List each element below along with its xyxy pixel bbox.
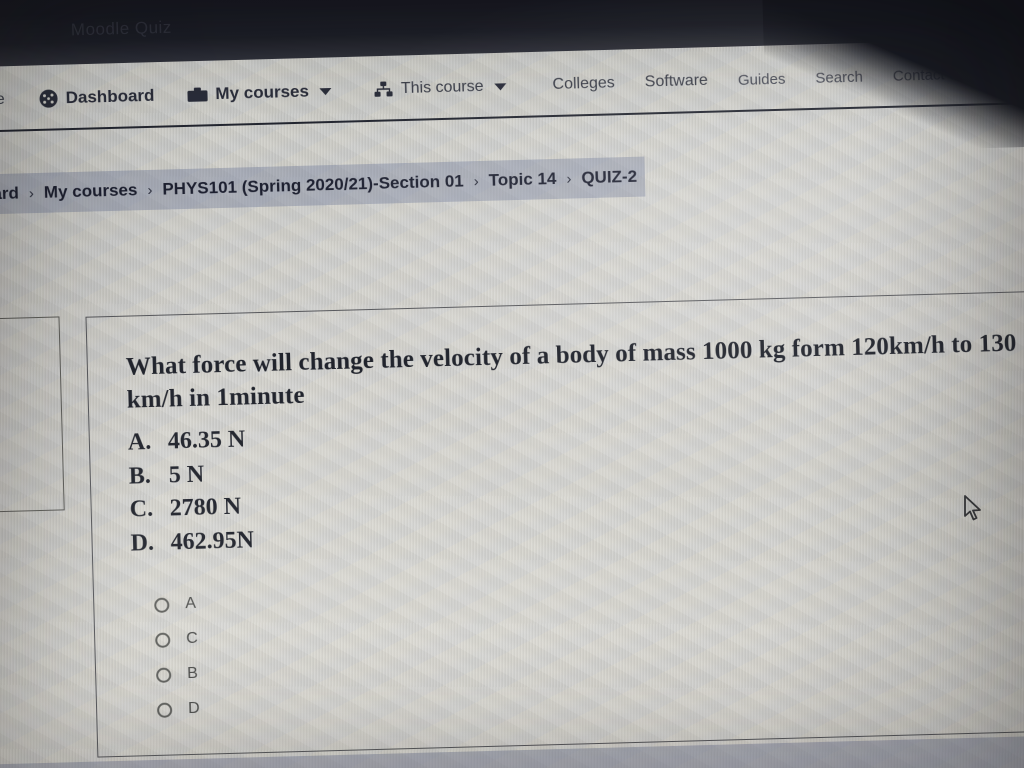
nav-item-colleges[interactable]: Colleges	[552, 74, 615, 94]
answer-option-a-label: A	[185, 595, 197, 613]
radio-button-icon[interactable]	[154, 597, 170, 613]
bezel-ghost-text: Moodle Quiz	[70, 17, 173, 40]
question-choices-list: A. 46.35 N B. 5 N C. 2780 N D. 462.95N	[127, 401, 1024, 561]
nav-item-dashboard-label: Dashboard	[65, 85, 155, 108]
breadcrumb-item-topic[interactable]: Topic 14	[488, 169, 556, 191]
briefcase-icon	[186, 85, 208, 104]
answer-option-c[interactable]: C	[155, 607, 1024, 650]
choice-key-d: D.	[130, 529, 155, 557]
chevron-down-icon	[319, 87, 333, 95]
choice-key-a: A.	[127, 428, 152, 456]
chevron-down-icon	[494, 82, 507, 91]
nav-item-home-label: ome	[0, 90, 5, 109]
answer-radio-group: A C B D	[132, 572, 1024, 720]
choice-text-d: 462.95N	[170, 527, 255, 556]
choice-key-c: C.	[129, 496, 154, 523]
question-content-box: What force will change the velocity of a…	[85, 289, 1024, 758]
radio-button-icon[interactable]	[156, 702, 173, 718]
nav-item-software-label: Software	[644, 71, 709, 91]
breadcrumb: Dashboard › My courses › PHYS101 (Spring…	[0, 156, 646, 217]
breadcrumb-separator-icon: ›	[473, 172, 479, 190]
choice-text-a: 46.35 N	[167, 426, 246, 455]
breadcrumb-item-course[interactable]: PHYS101 (Spring 2020/21)-Section 01	[162, 171, 464, 199]
answer-option-d[interactable]: D	[156, 677, 1024, 720]
question-info-panel: 4 d ut of	[0, 316, 65, 515]
nav-item-my-courses[interactable]: My courses	[186, 81, 333, 105]
screenshot-root: ome Dashboard My courses This course Col…	[0, 0, 1024, 768]
nav-item-software[interactable]: Software	[645, 72, 709, 92]
nav-item-my-courses-label: My courses	[215, 81, 310, 104]
breadcrumb-item-quiz: QUIZ-2	[581, 166, 638, 188]
question-text: What force will change the velocity of a…	[125, 329, 1017, 414]
question-marks-text: ut of	[0, 417, 50, 437]
radio-button-icon[interactable]	[156, 667, 172, 683]
choice-text-c: 2780 N	[169, 493, 242, 522]
choice-text-b: 5 N	[168, 461, 205, 489]
nav-item-home[interactable]: ome	[0, 91, 5, 110]
mouse-cursor	[963, 495, 985, 523]
dashboard-icon	[38, 88, 59, 109]
nav-item-dashboard[interactable]: Dashboard	[38, 85, 155, 109]
breadcrumb-separator-icon: ›	[28, 184, 35, 202]
nav-item-this-course[interactable]: This course	[374, 77, 507, 99]
radio-button-icon[interactable]	[155, 632, 171, 648]
breadcrumb-item-my-courses[interactable]: My courses	[44, 180, 138, 203]
answer-option-b[interactable]: B	[156, 642, 1024, 685]
breadcrumb-separator-icon: ›	[566, 170, 572, 188]
breadcrumb-separator-icon: ›	[147, 181, 153, 199]
breadcrumb-item-dashboard[interactable]: Dashboard	[0, 183, 19, 205]
choice-key-b: B.	[128, 462, 152, 490]
nav-item-this-course-label: This course	[400, 77, 484, 98]
answer-option-b-label: B	[186, 665, 199, 683]
answer-option-c-label: C	[186, 630, 199, 648]
sitemap-icon	[374, 80, 394, 99]
monitor-bezel-corner-shadow	[761, 0, 1024, 155]
question-status-text: d	[0, 382, 49, 402]
question-number: 4	[0, 328, 47, 355]
answer-option-a[interactable]: A	[154, 572, 1024, 615]
nav-item-colleges-label: Colleges	[552, 74, 616, 93]
answer-option-d-label: D	[187, 700, 200, 718]
